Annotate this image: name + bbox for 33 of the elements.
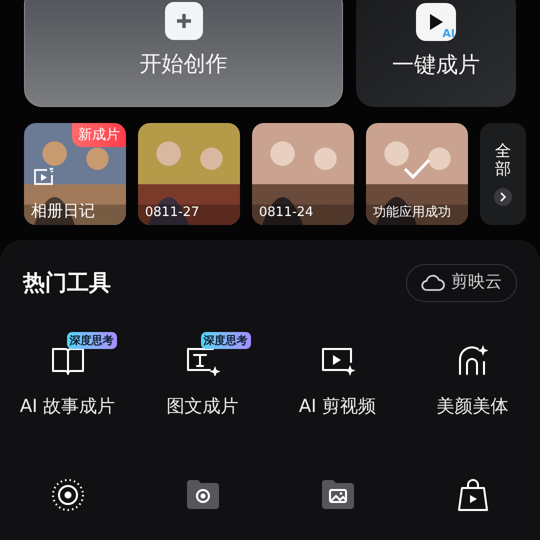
tool-item[interactable]: 美颜美体 xyxy=(405,330,540,416)
tool-item[interactable]: AI 剪视频 xyxy=(270,330,405,416)
camera-folder-icon xyxy=(184,478,220,510)
chevron-right-icon xyxy=(494,188,512,206)
draft-thumbnail[interactable]: 0811-24 xyxy=(252,123,354,225)
cloud-button[interactable]: 剪映云 xyxy=(406,264,517,302)
new-video-badge: 新成片 xyxy=(72,123,126,147)
draft-thumbnail[interactable]: 功能应用成功 xyxy=(366,123,468,225)
shopping-bag-icon xyxy=(456,478,488,512)
deep-thinking-badge: 深度思考 xyxy=(66,332,116,349)
book-icon xyxy=(50,346,84,376)
target-icon xyxy=(50,478,84,512)
text-sparkle-icon xyxy=(184,346,220,376)
draft-thumbnail[interactable]: 新成片 相册日记 xyxy=(24,123,126,225)
draft-label: 0811-24 xyxy=(259,206,314,219)
image-folder-icon xyxy=(320,478,356,510)
tool-item[interactable]: 深度思考 图文成片 xyxy=(135,330,270,416)
draft-label: 相册日记 xyxy=(31,203,95,219)
ai-video-icon: AI xyxy=(416,3,456,41)
draft-label: 0811-27 xyxy=(145,206,200,219)
one-click-video-card[interactable]: AI 一键成片 xyxy=(356,0,516,107)
cloud-icon xyxy=(421,274,445,292)
tool-item[interactable]: 深度思考 AI 故事成片 xyxy=(0,330,135,416)
draft-thumbnail[interactable]: 0811-27 xyxy=(138,123,240,225)
all-drafts-button[interactable]: 全部 xyxy=(480,123,526,225)
video-sparkle-icon xyxy=(320,346,356,376)
deep-thinking-badge: 深度思考 xyxy=(200,332,250,349)
draft-label: 功能应用成功 xyxy=(373,206,451,219)
section-title: 热门工具 xyxy=(23,270,111,298)
checkmark-icon xyxy=(403,158,431,180)
start-create-card[interactable]: 开始创作 xyxy=(24,0,343,107)
album-video-icon xyxy=(33,167,55,187)
plus-icon xyxy=(164,2,202,40)
